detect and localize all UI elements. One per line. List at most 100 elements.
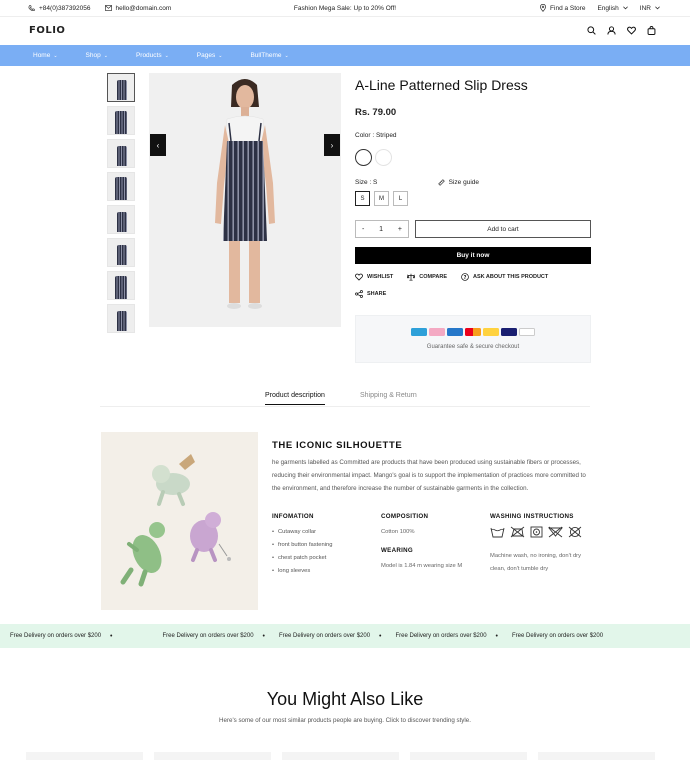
nav-item-label: Home: [33, 52, 51, 59]
language-value: English: [597, 4, 619, 12]
amazon-pay-icon: [411, 328, 427, 336]
bullet-icon: •: [262, 632, 265, 640]
product-tabs: Product description Shipping & Return: [100, 387, 590, 407]
dress-figure: [115, 111, 127, 134]
product-card[interactable]: [154, 752, 271, 760]
product-card[interactable]: [410, 752, 527, 760]
size-option-m[interactable]: M: [374, 191, 389, 206]
qty-decrease-button[interactable]: -: [362, 226, 364, 233]
site-logo[interactable]: FOLIO: [29, 25, 65, 36]
product-card[interactable]: [26, 752, 143, 760]
product-main-image: [149, 73, 341, 327]
wishlist-label: WISHLIST: [367, 274, 394, 280]
info-item: Cutaway collar: [272, 526, 381, 539]
nav-item-pages[interactable]: Pages ⌄: [197, 52, 223, 59]
info-heading: INFOMATION: [272, 513, 314, 520]
share-icon: [355, 290, 363, 298]
size-option-l[interactable]: L: [393, 191, 408, 206]
description-heading: THE ICONIC SILHOUETTE: [272, 440, 403, 451]
composition-heading: COMPOSITION: [381, 513, 429, 520]
chevron-right-icon: ›: [330, 140, 334, 150]
no-tumble-dry-icon: [548, 526, 563, 540]
chevron-down-icon: ⌄: [284, 52, 289, 59]
product-thumbnail[interactable]: [107, 271, 135, 300]
search-icon[interactable]: [587, 26, 596, 35]
chevron-down-icon: ⌄: [103, 52, 108, 59]
heart-icon: [355, 273, 363, 281]
machine-wash-icon: [490, 526, 505, 540]
product-thumbnail[interactable]: [107, 172, 135, 201]
nav-item-label: Products: [135, 52, 162, 59]
wishlist-button[interactable]: WISHLIST: [355, 273, 393, 281]
ask-question-button[interactable]: ? ASK ABOUT THIS PRODUCT: [461, 273, 548, 281]
info-item: chest patch pocket: [272, 552, 381, 565]
qty-value[interactable]: 1: [379, 226, 383, 233]
ask-label: ASK ABOUT THIS PRODUCT: [473, 274, 549, 280]
nav-item-products[interactable]: Products ⌄: [136, 52, 169, 59]
marquee-text: Free Delivery on orders over $200: [279, 633, 371, 639]
buy-now-button[interactable]: Buy it now: [355, 247, 591, 264]
nav-item-bulltheme[interactable]: BullTheme ⌄: [250, 52, 288, 59]
prev-image-button[interactable]: ‹: [150, 134, 166, 156]
currency-value: INR: [639, 4, 651, 12]
mail-icon: [104, 5, 112, 11]
find-store-link[interactable]: Find a Store: [540, 4, 585, 12]
nav-item-label: BullTheme: [250, 52, 282, 59]
size-guide-link[interactable]: Size guide: [437, 179, 479, 186]
dress-figure: [117, 146, 127, 166]
product-thumbnail[interactable]: [107, 238, 135, 267]
add-to-cart-button[interactable]: Add to cart: [415, 220, 591, 238]
product-card[interactable]: [538, 752, 655, 760]
size-option-s[interactable]: S: [355, 191, 370, 206]
product-thumbnail[interactable]: [107, 205, 135, 234]
description-body: he garments labelled as Committed are pr…: [272, 459, 586, 492]
size-options: S M L: [355, 191, 591, 206]
product-card[interactable]: [282, 752, 399, 760]
tab-shipping-return[interactable]: Shipping & Return: [360, 392, 417, 399]
compare-button[interactable]: COMPARE: [407, 273, 447, 281]
marquee-text: Free Delivery on orders over $200: [162, 633, 254, 639]
visa-icon: [501, 328, 517, 336]
info-column: INFOMATION Cutaway collar front button f…: [272, 513, 381, 578]
product-title: A-Line Patterned Slip Dress: [355, 77, 528, 93]
no-dry-clean-icon: [530, 526, 543, 540]
share-label: SHARE: [367, 291, 387, 297]
dress-figure: [115, 177, 127, 200]
compare-label: COMPARE: [419, 274, 447, 280]
nav-item-shop[interactable]: Shop ⌄: [86, 52, 108, 59]
product-description: THE ICONIC SILHOUETTE he garments labell…: [272, 440, 592, 578]
qty-increase-button[interactable]: +: [398, 226, 402, 233]
phone-link[interactable]: +84(0)387392056: [28, 5, 91, 12]
model-illustration: [215, 79, 275, 309]
color-swatch-striped[interactable]: [355, 149, 372, 166]
share-button[interactable]: SHARE: [355, 290, 386, 298]
bullet-icon: •: [495, 632, 498, 640]
svg-text:?: ?: [464, 275, 467, 281]
chevron-left-icon: ‹: [156, 140, 160, 150]
wearing-heading: WEARING: [381, 547, 414, 554]
size-label: Size : S: [355, 179, 378, 186]
nav-item-home[interactable]: Home ⌄: [33, 52, 58, 59]
product-thumbnail[interactable]: [107, 106, 135, 135]
user-icon[interactable]: [607, 26, 616, 35]
dress-figure: [115, 276, 127, 299]
heart-icon[interactable]: [627, 26, 636, 35]
next-image-button[interactable]: ›: [324, 134, 340, 156]
paypal-icon: [519, 328, 535, 336]
amex-icon: [447, 328, 463, 336]
bag-icon[interactable]: [647, 26, 656, 35]
tab-product-description[interactable]: Product description: [265, 392, 325, 405]
color-swatch[interactable]: [375, 149, 392, 166]
washing-icons: [490, 526, 592, 540]
toy-figures-illustration: [120, 454, 231, 587]
question-icon: ?: [461, 273, 469, 281]
product-thumbnail[interactable]: [107, 304, 135, 333]
email-link[interactable]: hello@domain.com: [104, 5, 171, 12]
product-info: A-Line Patterned Slip Dress Rs. 79.00 Co…: [355, 73, 591, 363]
language-select[interactable]: English: [597, 4, 628, 12]
product-thumbnail[interactable]: [107, 73, 135, 102]
card-icon: [483, 328, 499, 336]
currency-select[interactable]: INR: [640, 5, 660, 12]
promo-text: Fashion Mega Sale: Up to 20% Off!: [293, 4, 397, 12]
product-thumbnail[interactable]: [107, 139, 135, 168]
